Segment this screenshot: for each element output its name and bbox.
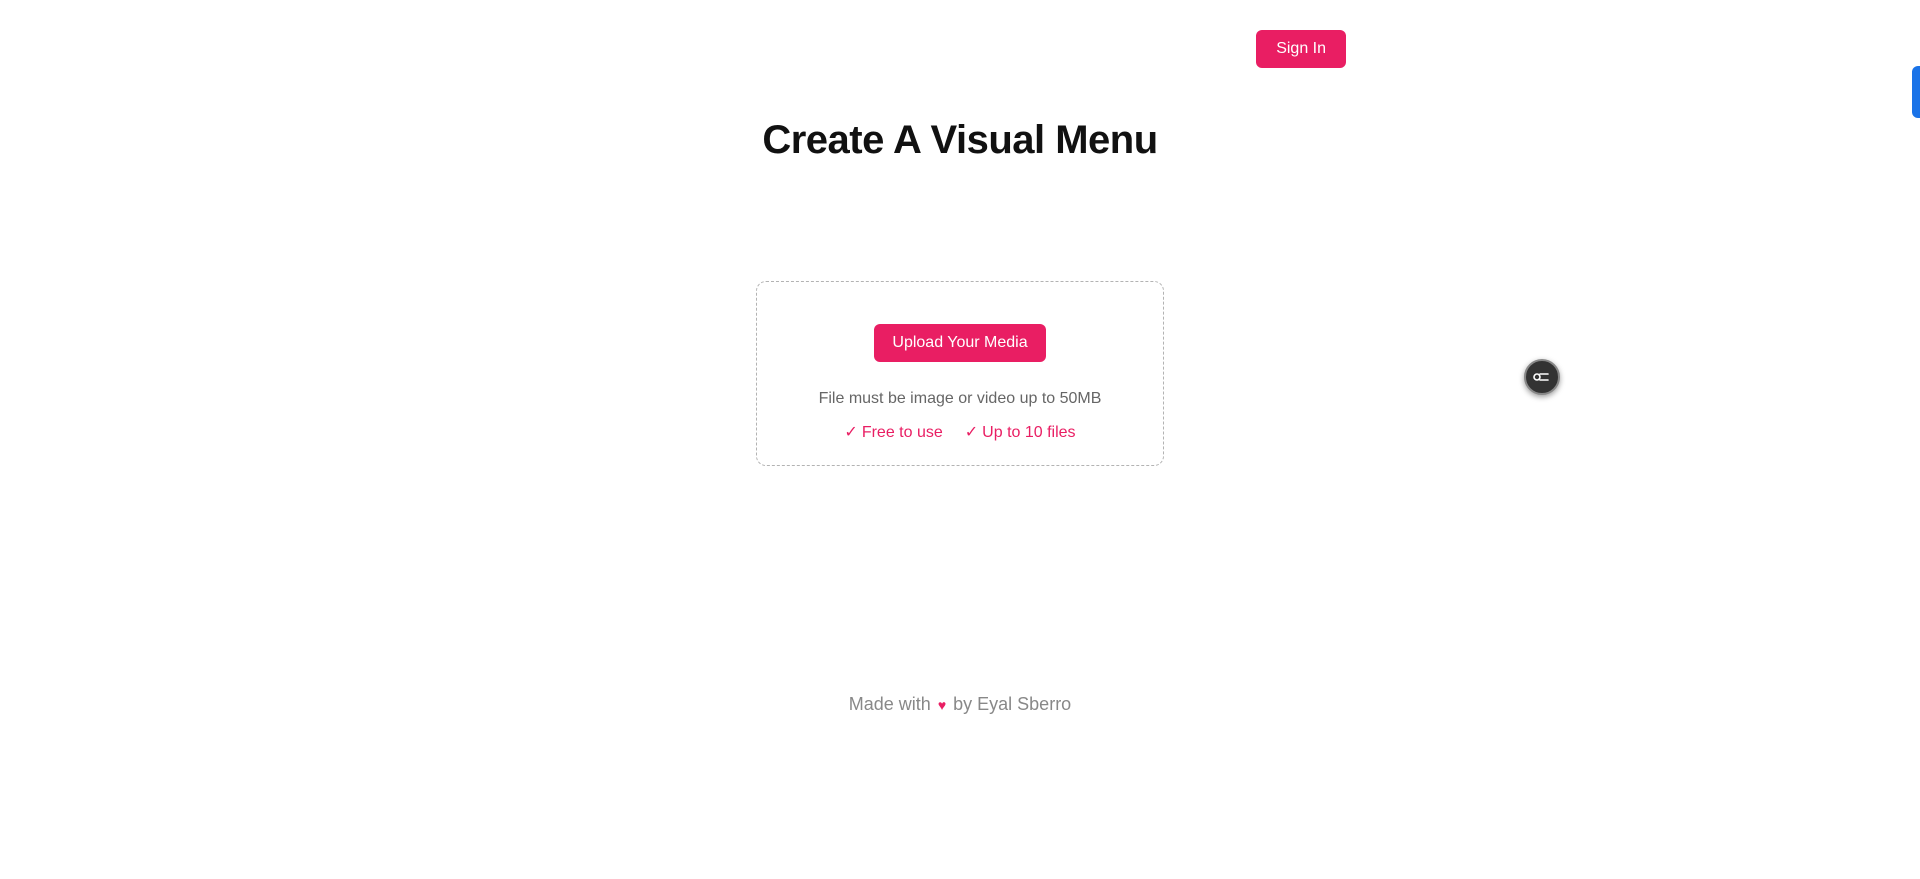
- footer-prefix: Made with: [849, 694, 936, 714]
- upload-media-button[interactable]: Upload Your Media: [874, 324, 1045, 362]
- upload-hint-text: File must be image or video up to 50MB: [757, 390, 1163, 408]
- key-list-icon: [1532, 367, 1552, 387]
- floating-action-button[interactable]: [1524, 359, 1560, 395]
- feature-label: Up to 10 files: [982, 424, 1075, 441]
- check-icon: ✓: [965, 424, 978, 441]
- feature-label: Free to use: [862, 424, 943, 441]
- footer-suffix: by Eyal Sberro: [948, 694, 1071, 714]
- check-icon: ✓: [844, 424, 857, 441]
- feature-list: ✓Free to use ✓Up to 10 files: [757, 422, 1163, 442]
- header: Sign In: [0, 30, 1346, 68]
- page-title: Create A Visual Menu: [0, 118, 1920, 163]
- side-tab-handle[interactable]: [1912, 66, 1920, 118]
- feature-item: ✓Up to 10 files: [965, 422, 1076, 442]
- feature-item: ✓ Free to use: [844, 422, 942, 442]
- sign-in-button[interactable]: Sign In: [1256, 30, 1346, 68]
- upload-dropzone[interactable]: Upload Your Media File must be image or …: [756, 281, 1164, 466]
- heart-icon: ♥: [938, 697, 946, 713]
- footer-credit: Made with ♥ by Eyal Sberro: [0, 694, 1920, 715]
